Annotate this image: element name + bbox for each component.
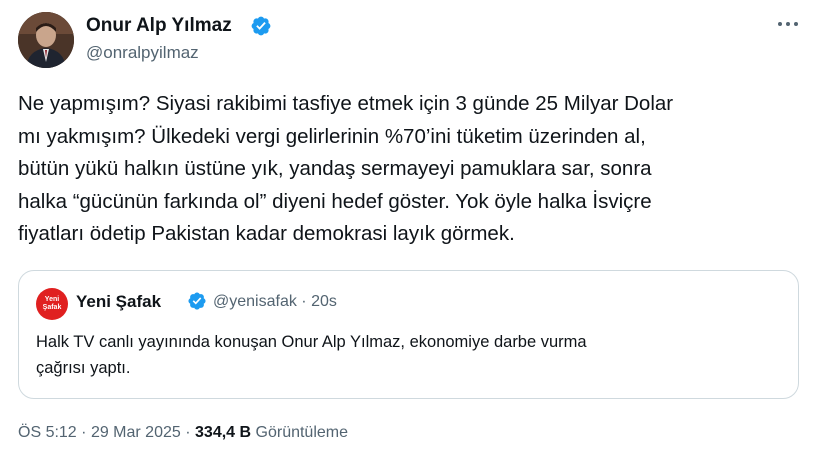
quote-time[interactable]: 20s [311, 293, 337, 310]
views-label: Görüntüleme [255, 424, 349, 441]
quoted-tweet[interactable]: Yeni Şafak Yeni Şafak @yenisafak · 20s H… [18, 270, 799, 399]
more-options-icon[interactable] [770, 10, 806, 38]
yeni-safak-logo[interactable]: Yeni Şafak [36, 288, 68, 320]
meta-separator: · [301, 293, 307, 310]
tweet-text-line: fiyatları ödetip Pakistan kadar demokras… [18, 222, 515, 245]
verified-badge-icon [251, 16, 271, 36]
tweet-text-line: mı yakmışım? Ülkedeki vergi gelirlerinin… [18, 124, 646, 148]
author-handle[interactable]: @onralpyilmaz [86, 43, 199, 63]
post-date[interactable]: 29 Mar 2025 [91, 424, 181, 441]
quote-author-handle[interactable]: @yenisafak [213, 293, 297, 310]
quote-meta: @yenisafak · 20s [213, 293, 337, 311]
tweet-text: Ne yapmışım? Siyasi rakibimi tasfiye etm… [18, 88, 808, 251]
person-avatar-icon [18, 12, 74, 68]
avatar[interactable] [18, 12, 74, 68]
verified-badge-icon [188, 292, 206, 310]
tweet-text-line: Ne yapmışım? Siyasi rakibimi tasfiye etm… [18, 92, 674, 115]
views-count: 334,4 B [195, 424, 252, 441]
more-dot [794, 22, 798, 26]
quote-author-name[interactable]: Yeni Şafak [76, 292, 161, 312]
quote-text-line: çağrısı yaptı. [36, 359, 131, 377]
tweet-text-line: bütün yükü halkın üstüne yık, yandaş ser… [18, 157, 652, 180]
tweet-text-line: halka “gücünün farkında ol” diyeni hedef… [18, 189, 652, 213]
logo-text-line: Şafak [42, 304, 62, 311]
tweet: Onur Alp Yılmaz @onralpyilmaz Ne yapmışı… [0, 0, 822, 450]
footer-separator: · [185, 424, 191, 441]
post-time[interactable]: ÖS 5:12 [18, 424, 77, 441]
more-dot [786, 22, 790, 26]
tweet-footer: ÖS 5:12 · 29 Mar 2025 · 334,4 B Görüntül… [18, 424, 348, 442]
quote-text-line: Halk TV canlı yayınında konuşan Onur Alp… [36, 333, 587, 351]
footer-separator: · [81, 424, 87, 441]
author-display-name[interactable]: Onur Alp Yılmaz [86, 15, 232, 37]
more-dot [778, 22, 782, 26]
quote-text: Halk TV canlı yayınında konuşan Onur Alp… [36, 329, 781, 381]
logo-text-line: Yeni [44, 296, 60, 303]
